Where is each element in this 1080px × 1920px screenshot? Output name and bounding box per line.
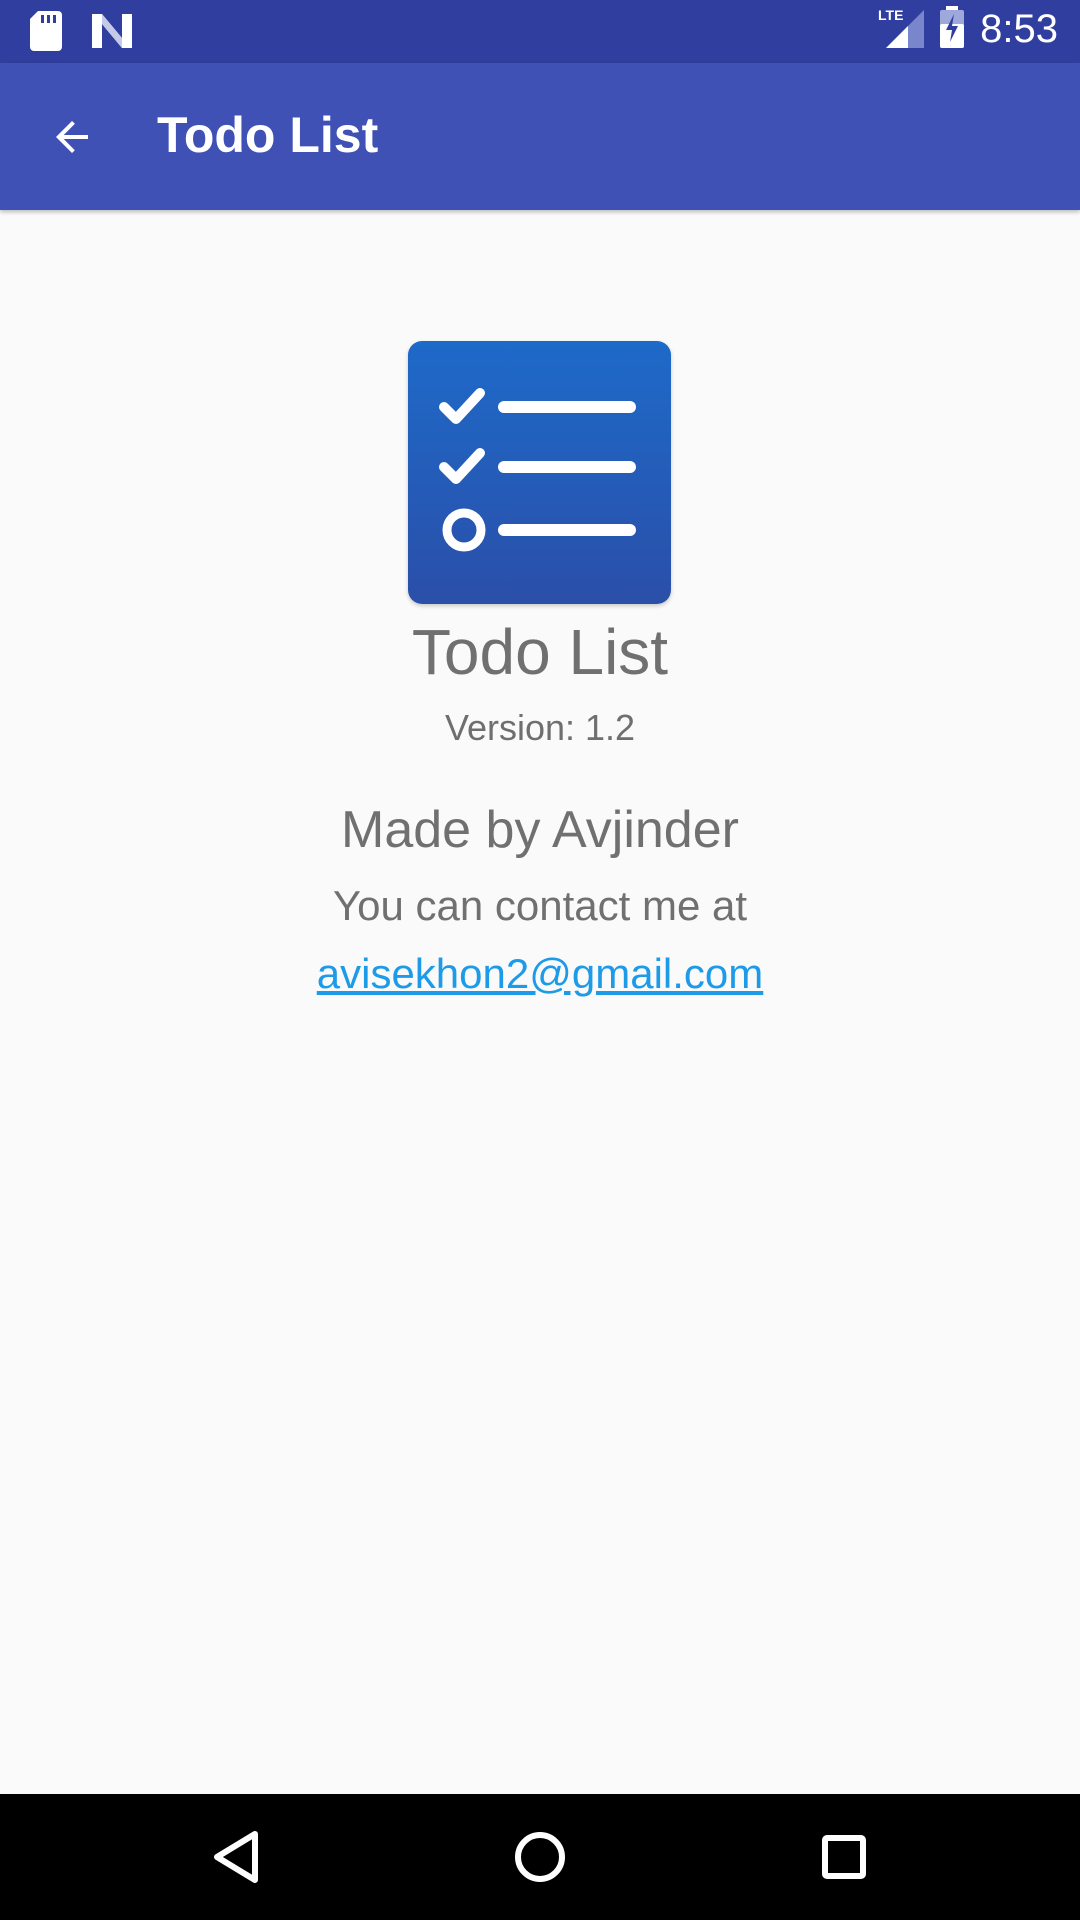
svg-text:LTE: LTE [878, 7, 903, 23]
arrow-back-icon [56, 121, 88, 153]
status-time: 8:53 [980, 7, 1058, 51]
version-text: Version: 1.2 [444, 707, 636, 748]
navigation-bar [0, 1794, 1080, 1920]
app-name: Todo List [411, 616, 669, 688]
nav-recents-button[interactable] [806, 1819, 882, 1895]
about-content: Todo List Version: 1.2 Made by Avjinder … [0, 210, 1080, 1794]
made-by-text: Made by Avjinder [341, 801, 739, 859]
contact-text: You can contact me at [332, 882, 748, 929]
todo-list-app-icon [408, 341, 671, 604]
email-link-text[interactable]: avisekhon2@gmail.com [317, 950, 764, 997]
app-bar-title: Todo List [157, 107, 379, 163]
email-link[interactable]: avisekhon2@gmail.com [0, 950, 1080, 998]
recents-square-icon [822, 1835, 866, 1879]
nav-home-button[interactable] [502, 1819, 578, 1895]
lte-signal-icon: LTE [878, 6, 925, 53]
status-right-icons: LTE 8:53 [878, 6, 1058, 53]
status-bar: LTE 8:53 [0, 0, 1080, 63]
n-logo-icon [92, 14, 132, 53]
home-circle-icon [515, 1832, 565, 1882]
back-button[interactable] [36, 101, 108, 173]
status-left-icons [30, 11, 132, 56]
nav-back-button[interactable] [198, 1819, 274, 1895]
sd-card-icon [30, 11, 62, 56]
app-bar: Todo List [0, 63, 1080, 210]
back-triangle-icon [214, 1831, 258, 1883]
battery-charging-icon [938, 6, 966, 53]
